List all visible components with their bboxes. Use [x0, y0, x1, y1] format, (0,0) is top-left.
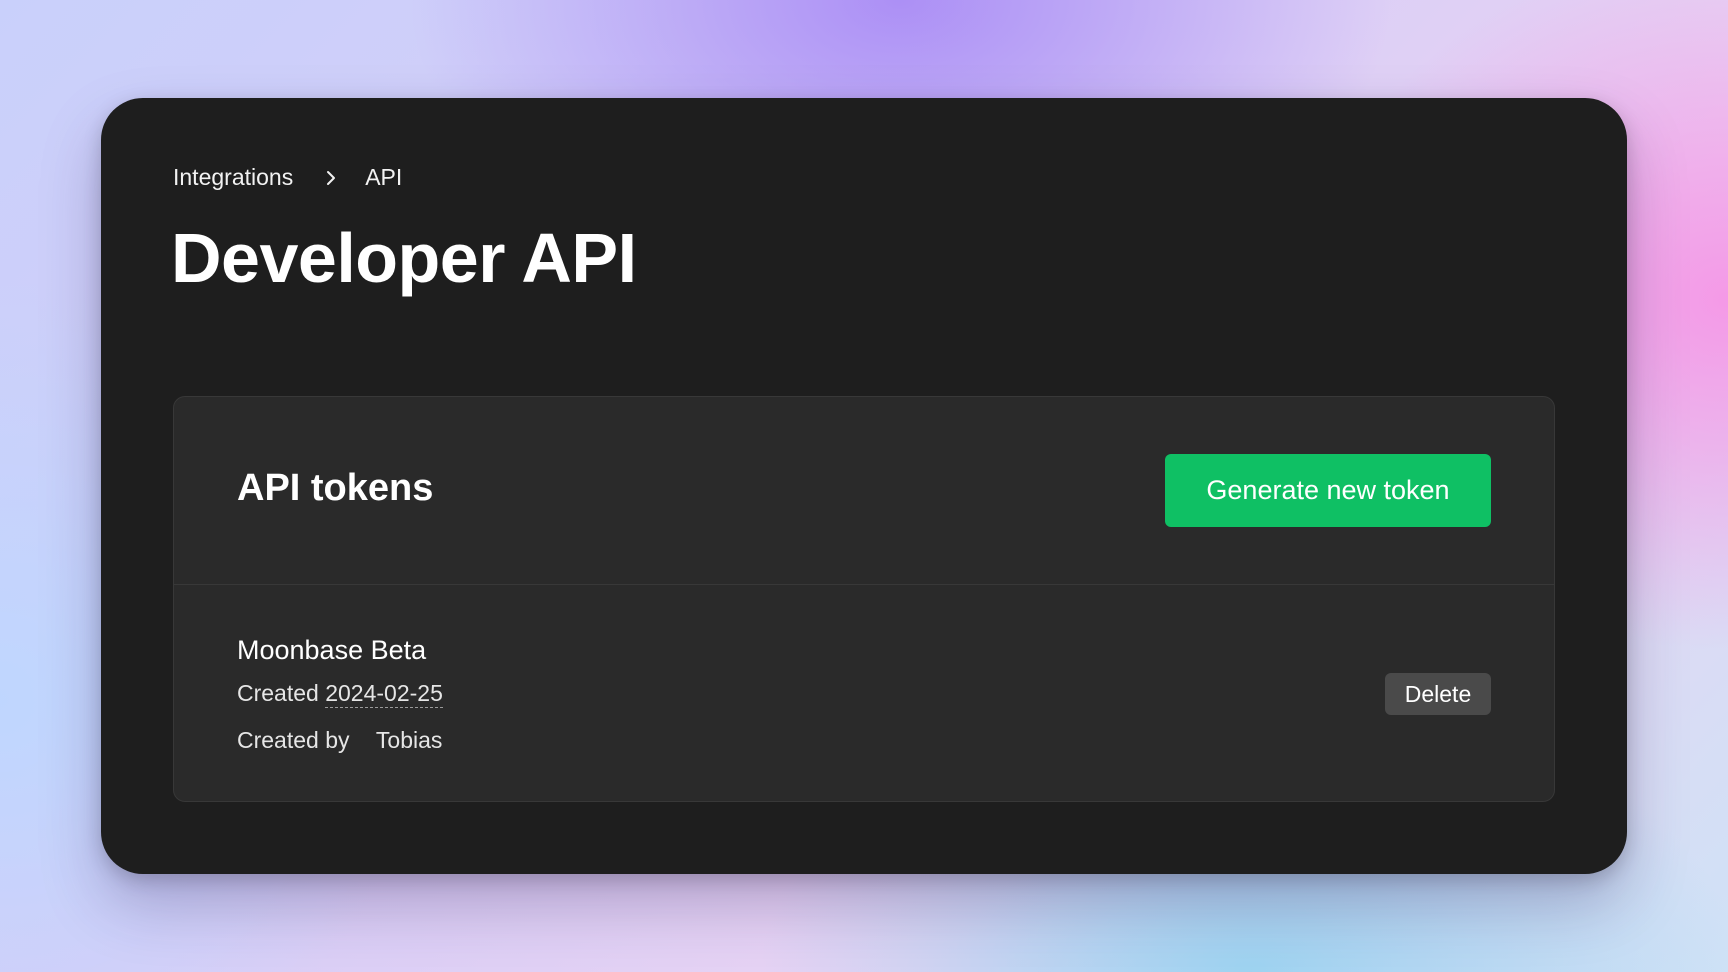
delete-token-button[interactable]: Delete: [1385, 673, 1491, 715]
breadcrumb-item-api: API: [365, 164, 403, 190]
page-title: Developer API: [171, 219, 637, 297]
token-created-by: Created by Tobias: [237, 727, 442, 754]
api-tokens-heading: API tokens: [237, 467, 434, 509]
token-created-label: Created: [237, 680, 319, 706]
breadcrumb: Integrations API: [173, 164, 402, 191]
api-tokens-card-header: API tokens Generate new token: [174, 397, 1554, 585]
chevron-right-icon: [327, 170, 336, 185]
api-tokens-card: API tokens Generate new token Moonbase B…: [173, 396, 1555, 802]
token-created: Created 2024-02-25: [237, 680, 443, 708]
token-author-name: Tobias: [375, 727, 443, 753]
token-name: Moonbase Beta: [237, 635, 427, 665]
breadcrumb-item-integrations[interactable]: Integrations: [173, 164, 293, 191]
token-created-date[interactable]: 2024-02-25: [325, 680, 443, 708]
token-created-by-label: Created by: [237, 727, 350, 753]
generate-new-token-button[interactable]: Generate new token: [1165, 454, 1491, 527]
app-window: Integrations API Developer API API token…: [101, 98, 1627, 874]
token-row: Moonbase Beta Created 2024-02-25 Created…: [174, 585, 1554, 801]
